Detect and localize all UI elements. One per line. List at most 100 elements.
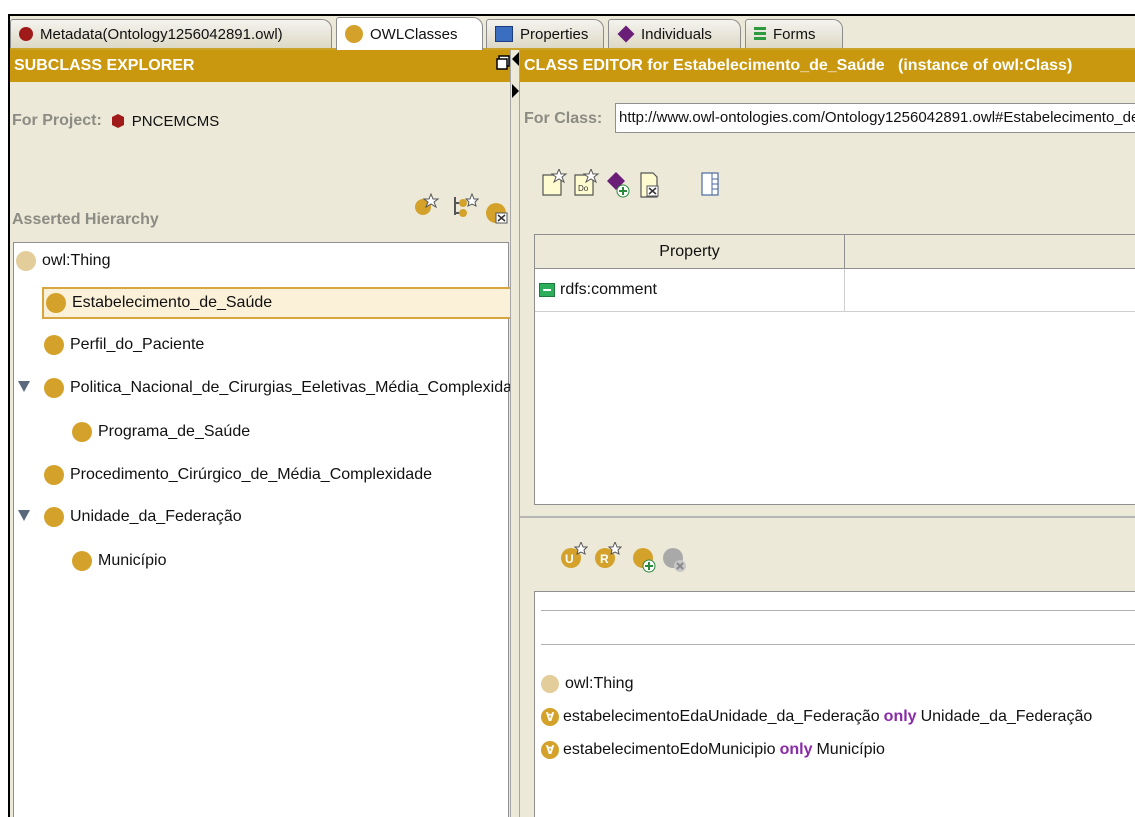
property-column-header[interactable]: Property: [535, 235, 845, 269]
class-icon: [46, 293, 66, 313]
table-row[interactable]: rdfs:comment: [535, 269, 1135, 312]
annotations-table: Property rdfs:comment: [534, 234, 1135, 505]
restriction-property: estabelecimentoEdoMunicipio: [563, 741, 776, 758]
tab-strip: Metadata(Ontology1256042891.owl) OWLClas…: [10, 16, 1135, 50]
class-tree: owl:Thing Estabelecimento_de_Saúde Perfi…: [13, 242, 530, 817]
subclass-explorer-header: SUBCLASS EXPLORER: [10, 50, 510, 82]
individuals-icon: [617, 25, 635, 43]
restriction-keyword: only: [883, 708, 917, 725]
class-icon: [44, 335, 64, 355]
forall-restriction-icon: ∀: [541, 708, 559, 726]
class-editor-panel: CLASS EDITOR for Estabelecimento_de_Saúd…: [520, 50, 1135, 817]
condition-row[interactable]: ∀ estabelecimentoEdaUnidade_da_Federação…: [541, 704, 1092, 730]
class-icon: [72, 422, 92, 442]
tree-node-perfil-do-paciente[interactable]: Perfil_do_Paciente: [44, 329, 204, 361]
node-label: Perfil_do_Paciente: [70, 336, 205, 353]
condition-row[interactable]: owl:Thing: [541, 671, 633, 697]
forall-restriction-icon: ∀: [541, 741, 559, 759]
add-individual-annotation-icon[interactable]: [606, 171, 632, 199]
svg-text:R: R: [600, 552, 609, 566]
create-subclass-icon[interactable]: [413, 193, 441, 217]
create-sibling-class-icon[interactable]: [451, 193, 479, 219]
restriction-property: estabelecimentoEdaUnidade_da_Federação: [563, 708, 880, 725]
tree-node-politica-nacional[interactable]: Politica_Nacional_de_Cirurgias_Eeletivas…: [44, 372, 530, 404]
class-icon: [44, 465, 64, 485]
panel-divider[interactable]: [510, 50, 520, 817]
collapse-arrows-icon[interactable]: [511, 52, 520, 98]
tab-forms[interactable]: Forms: [745, 19, 843, 48]
delete-class-icon[interactable]: [485, 202, 509, 224]
tab-individuals[interactable]: Individuals: [608, 19, 741, 48]
tab-label: Forms: [773, 25, 816, 43]
tab-label: Metadata(Ontology1256042891.owl): [40, 25, 283, 43]
restriction-keyword: only: [779, 741, 813, 758]
class-icon: [44, 378, 64, 398]
subclass-explorer-panel: SUBCLASS EXPLORER For Project: PNCEMCMS …: [10, 50, 530, 817]
value-column-header[interactable]: [845, 235, 1135, 269]
class-icon: [44, 507, 64, 527]
tree-node-estabelecimento-de-saude[interactable]: Estabelecimento_de_Saúde: [42, 287, 512, 319]
node-label: owl:Thing: [42, 252, 111, 269]
project-row: For Project: PNCEMCMS: [12, 112, 219, 130]
remove-class-icon[interactable]: [662, 546, 688, 574]
view-columns-icon[interactable]: [700, 171, 722, 197]
conditions-separator: [541, 610, 1135, 611]
annotation-property-icon: [539, 283, 555, 297]
property-cell: rdfs:comment: [535, 269, 845, 311]
node-label: Município: [98, 552, 167, 569]
node-label: Programa_de_Saúde: [98, 423, 251, 440]
node-label: Unidade_da_Federação: [70, 508, 242, 525]
add-named-class-icon[interactable]: [632, 546, 658, 574]
delete-annotation-icon[interactable]: [638, 171, 664, 199]
class-uri-field[interactable]: http://www.owl-ontologies.com/Ontology12…: [615, 103, 1135, 133]
expanded-toggle-icon[interactable]: [18, 381, 30, 392]
node-label: Procedimento_Cirúrgico_de_Média_Complexi…: [70, 466, 432, 483]
restriction-filler: Município: [816, 741, 885, 758]
tree-node-municipio[interactable]: Município: [72, 545, 166, 577]
owl-class-icon: [345, 25, 363, 43]
svg-text:U: U: [565, 552, 574, 566]
tree-node-procedimento-cirurgico[interactable]: Procedimento_Cirúrgico_de_Média_Complexi…: [44, 459, 432, 491]
for-class-label: For Class:: [524, 110, 603, 127]
condition-row[interactable]: ∀ estabelecimentoEdoMunicipio only Munic…: [541, 737, 885, 763]
metadata-icon: [19, 27, 33, 41]
tab-label: Properties: [520, 25, 589, 43]
tab-properties[interactable]: Properties: [486, 19, 604, 48]
panel-title: SUBCLASS EXPLORER: [14, 57, 195, 74]
maximize-icon[interactable]: [496, 55, 510, 71]
property-name: rdfs:comment: [560, 281, 657, 298]
class-icon: [16, 251, 36, 271]
project-label: For Project:: [12, 112, 102, 129]
create-datatype-annotation-icon[interactable]: Do: [572, 169, 600, 197]
editor-splitter[interactable]: [520, 516, 1135, 518]
tab-owlclasses[interactable]: OWLClasses: [336, 17, 483, 50]
tree-node-owl-thing[interactable]: owl:Thing: [16, 245, 110, 277]
create-restriction-icon[interactable]: U: [560, 542, 588, 570]
tree-node-unidade-da-federacao[interactable]: Unidade_da_Federação: [44, 501, 242, 533]
tab-label: Individuals: [641, 25, 712, 43]
expanded-toggle-icon[interactable]: [18, 510, 30, 521]
conditions-separator: [541, 644, 1135, 645]
class-editor-header: CLASS EDITOR for Estabelecimento_de_Saúd…: [520, 50, 1135, 82]
protege-window: Metadata(Ontology1256042891.owl) OWLClas…: [8, 14, 1135, 817]
tree-node-programa-de-saude[interactable]: Programa_de_Saúde: [72, 416, 250, 448]
create-annotation-icon[interactable]: [540, 169, 568, 197]
restriction-filler: Unidade_da_Federação: [920, 708, 1093, 725]
properties-icon: [495, 26, 513, 42]
create-expression-icon[interactable]: R: [594, 542, 622, 570]
tab-label: OWLClasses: [370, 25, 458, 43]
project-name: PNCEMCMS: [131, 112, 220, 130]
tab-metadata[interactable]: Metadata(Ontology1256042891.owl): [10, 19, 332, 48]
conditions-list: owl:Thing ∀ estabelecimentoEdaUnidade_da…: [534, 591, 1135, 817]
panel-title: CLASS EDITOR for Estabelecimento_de_Saúd…: [524, 57, 1073, 74]
node-label: Estabelecimento_de_Saúde: [72, 294, 273, 311]
svg-text:Do: Do: [578, 184, 589, 193]
named-class-icon: [541, 675, 559, 693]
node-label: Politica_Nacional_de_Cirurgias_Eeletivas…: [70, 379, 530, 396]
condition-text: owl:Thing: [565, 675, 634, 692]
value-cell[interactable]: [845, 269, 1135, 311]
hierarchy-label: Asserted Hierarchy: [12, 211, 159, 228]
forms-icon: [754, 27, 766, 41]
project-icon: [111, 114, 124, 128]
column-label: Property: [659, 242, 720, 260]
